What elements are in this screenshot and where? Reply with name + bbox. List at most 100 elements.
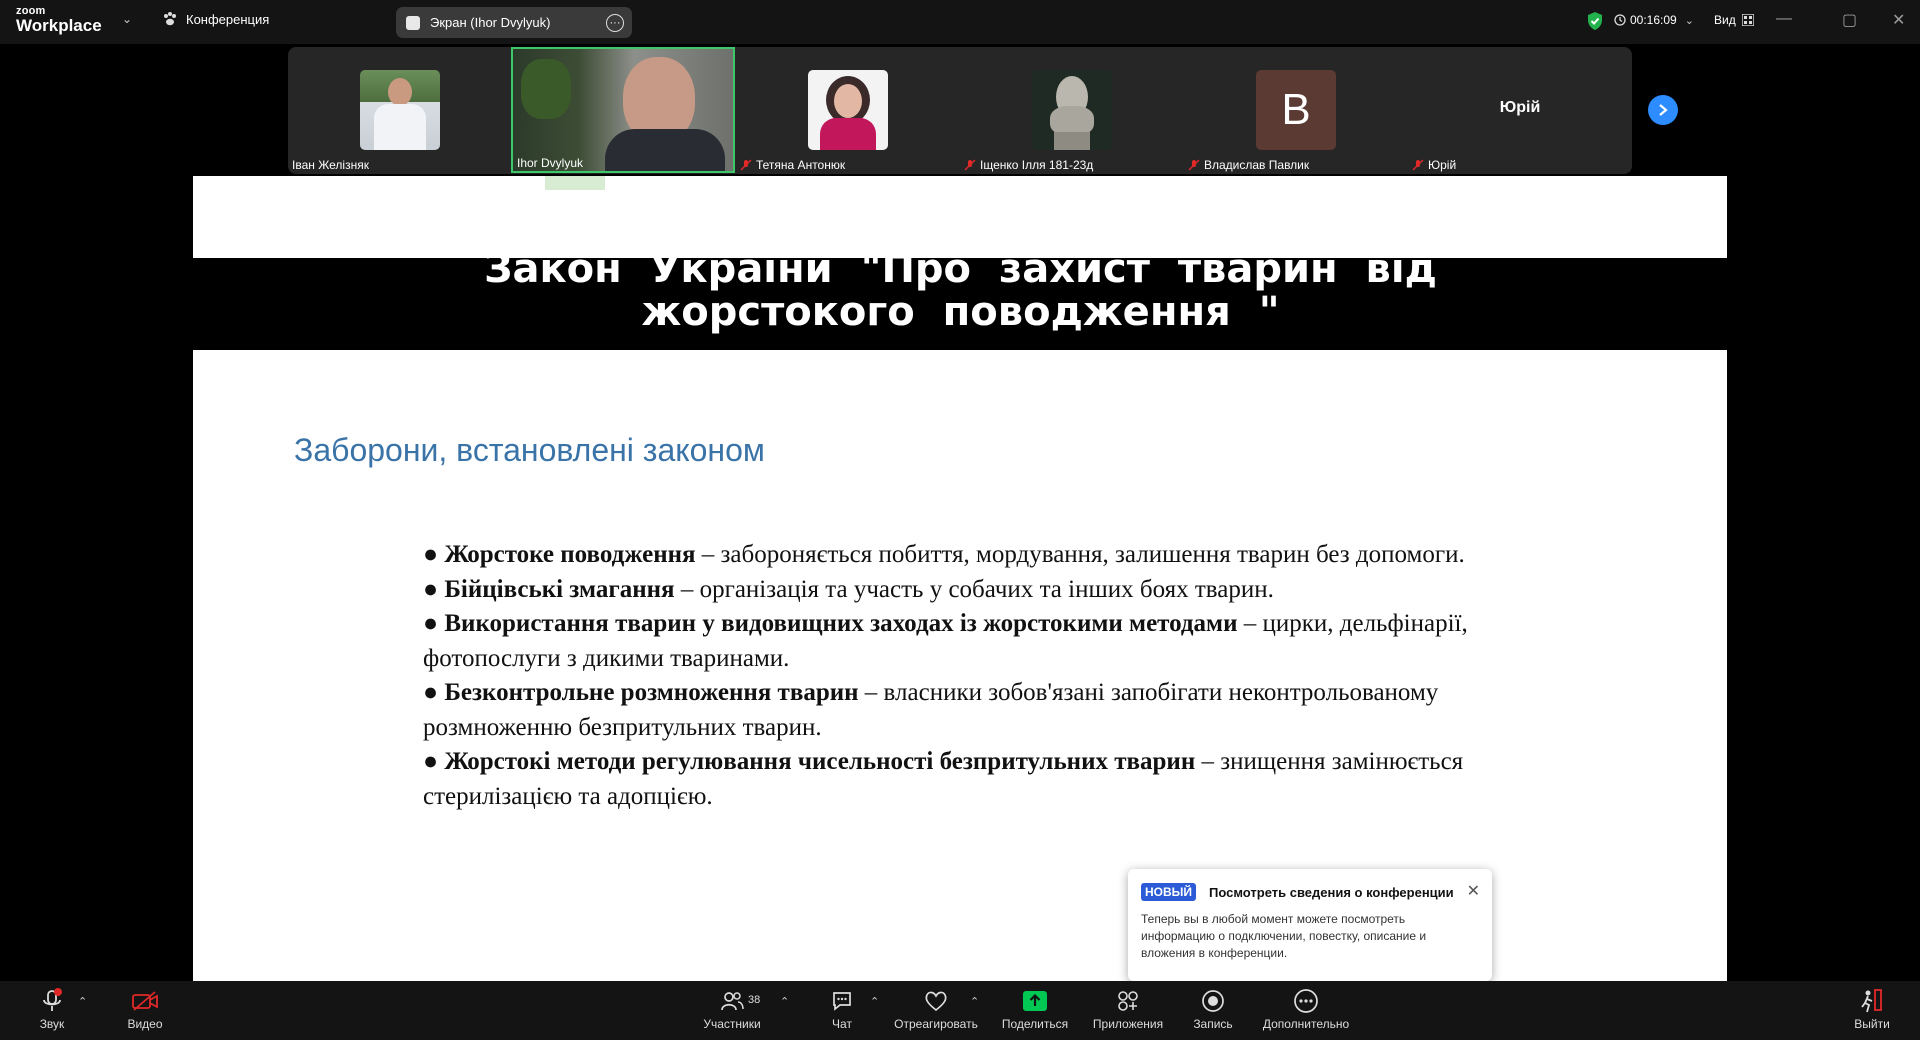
participant-tile[interactable]: B Владислав Павлик (1184, 47, 1408, 173)
list-item-text: – забороняється побиття, мордування, зал… (695, 541, 1465, 568)
participants-label: Участники (703, 1017, 761, 1031)
leave-button[interactable]: Выйти (1852, 981, 1892, 1040)
zoom-logo: zoom Workplace (16, 6, 102, 35)
audio-label: Звук (39, 1017, 65, 1031)
close-icon[interactable]: ✕ (1467, 881, 1480, 901)
leave-icon (1861, 989, 1882, 1013)
bullet-icon: ● (423, 748, 439, 775)
apps-label: Приложения (1092, 1017, 1164, 1031)
paw-icon (164, 12, 176, 26)
conference-button[interactable]: Конференция (162, 11, 269, 27)
leave-label: Выйти (1854, 1017, 1890, 1031)
participant-display-name: Юрій (1499, 99, 1541, 116)
chevron-down-icon: ⌄ (1684, 14, 1694, 27)
grid-icon (1741, 14, 1754, 26)
list-item: ● Жорстоке поводження – забороняється по… (423, 538, 1503, 573)
bullet-icon: ● (423, 575, 439, 603)
participant-name: Іщенко Ілля 181-23д (964, 158, 1093, 172)
conference-label: Конференция (186, 11, 270, 27)
participant-tile[interactable]: Іван Желізняк (288, 47, 512, 173)
video-button[interactable]: Видео (122, 981, 168, 1040)
participant-tile[interactable]: Іщенко Ілля 181-23д (960, 47, 1184, 173)
view-button[interactable]: Вид (1714, 13, 1754, 27)
chevron-right-icon (1659, 104, 1668, 116)
participants-icon (721, 992, 744, 1011)
participant-name-text: Владислав Павлик (1204, 158, 1310, 172)
chat-icon (833, 992, 851, 1011)
share-screen-icon (1023, 991, 1047, 1011)
participant-tile-active[interactable]: Ihor Dvylyuk (511, 47, 735, 173)
apps-button[interactable]: Приложения (1090, 981, 1166, 1040)
list-item: ● Жорстокі методи регулювання чисельност… (423, 745, 1503, 814)
slide-subtitle: Заборони, встановлені законом (294, 432, 765, 468)
chevron-up-icon[interactable]: ⌃ (970, 995, 979, 1008)
minimize-icon[interactable]: — (1776, 10, 1792, 28)
list-item: ● Безконтрольне розмноження тварин – вла… (423, 676, 1503, 745)
list-item: ● Бійцівські змагання – організація та у… (423, 573, 1503, 608)
more-dots-icon (1294, 989, 1318, 1013)
participant-name-text: Іщенко Ілля 181-23д (980, 158, 1094, 172)
react-button[interactable]: Отреагировать (894, 981, 978, 1040)
participant-letter-avatar: B (1256, 70, 1336, 150)
video-off-icon (132, 991, 158, 1011)
participant-name: Юрій (1412, 158, 1456, 172)
screen-share-tab[interactable]: Экран (Ihor Dvylyuk) ··· (396, 7, 632, 38)
chevron-up-icon[interactable]: ⌃ (870, 995, 879, 1008)
mic-muted-icon (1412, 159, 1424, 171)
timer-text: 00:16:09 (1630, 13, 1677, 27)
chevron-down-icon[interactable]: ⌄ (122, 12, 132, 26)
meeting-timer[interactable]: 00:16:09 ⌄ (1614, 13, 1694, 27)
participant-video (513, 49, 733, 171)
participant-name-text: Тетяна Антонюк (756, 158, 846, 172)
chat-button[interactable]: Чат (825, 981, 859, 1040)
participant-name: Ihor Dvylyuk (517, 156, 583, 170)
popup-title: Посмотреть сведения о конференции (1209, 885, 1454, 900)
bottom-toolbar: Звук ⌃ Видео Участники 38 ⌃ Чат ⌃ Отреаг… (0, 981, 1920, 1040)
participant-photo (808, 70, 888, 150)
more-button[interactable]: Дополнительно (1261, 981, 1351, 1040)
share-button[interactable]: Поделиться (1000, 981, 1070, 1040)
list-item-text: – організація та участь у собачих та інш… (674, 575, 1274, 603)
record-icon (1202, 990, 1224, 1012)
list-item-bold: Використання тварин у видовищних заходах… (444, 610, 1238, 637)
avatar-letter: B (1281, 85, 1311, 134)
participant-name: Тетяна Антонюк (740, 158, 845, 172)
record-button[interactable]: Запись (1191, 981, 1235, 1040)
popup-body: Теперь вы в любой момент можете посмотре… (1141, 912, 1427, 960)
bullet-icon: ● (423, 541, 439, 568)
participant-name: Владислав Павлик (1188, 158, 1309, 172)
mic-muted-icon (964, 159, 976, 171)
participant-name-text: Іван Желізняк (292, 158, 369, 172)
chat-label: Чат (832, 1017, 852, 1031)
maximize-icon[interactable]: ▢ (1842, 10, 1857, 30)
participants-count: 38 (748, 994, 761, 1006)
react-label: Отреагировать (894, 1017, 978, 1031)
audio-button[interactable]: Звук (30, 981, 74, 1040)
more-options-icon[interactable]: ··· (606, 14, 624, 32)
shield-check-icon[interactable] (1586, 11, 1604, 31)
screen-tab-label: Экран (Ihor Dvylyuk) (430, 15, 551, 30)
share-label: Поделиться (1001, 1017, 1069, 1031)
heart-icon (925, 991, 947, 1012)
list-item-bold: Жорстоке поводження (444, 541, 696, 568)
participant-tile[interactable]: Юрій Юрій (1408, 47, 1632, 173)
screen-icon (406, 15, 420, 30)
slide-title: Закон України "Про захист тварин від жор… (484, 246, 1437, 335)
participant-photo (360, 70, 440, 150)
next-page-button[interactable] (1648, 95, 1678, 125)
bullet-icon: ● (423, 610, 439, 637)
list-item: ● Використання тварин у видовищних заход… (423, 607, 1503, 676)
participant-photo (1032, 70, 1112, 150)
top-bar: zoom Workplace ⌄ Конференция Экран (Ihor… (0, 0, 1920, 44)
view-label: Вид (1714, 13, 1736, 27)
participants-button[interactable]: Участники (700, 981, 764, 1040)
mic-icon (43, 988, 62, 1011)
participant-tile[interactable]: Тетяна Антонюк (736, 47, 960, 173)
chevron-up-icon[interactable]: ⌃ (78, 995, 87, 1008)
participant-name: Іван Желізняк (292, 158, 369, 172)
chevron-up-icon[interactable]: ⌃ (780, 995, 789, 1008)
meeting-info-popup: НОВЫЙ Посмотреть сведения о конференции … (1128, 869, 1492, 991)
participant-name-text: Ihor Dvylyuk (517, 156, 584, 170)
close-icon[interactable]: ✕ (1892, 10, 1905, 30)
record-label: Запись (1193, 1017, 1233, 1031)
